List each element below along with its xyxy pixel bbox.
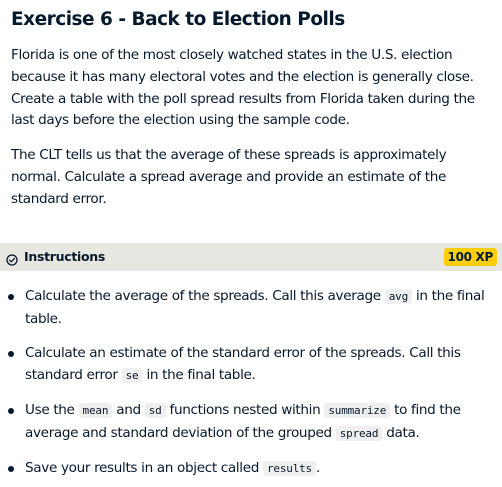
code-summarize: summarize (324, 403, 391, 418)
exercise-clt-note: The CLT tells us that the average of the… (11, 147, 447, 207)
instruction-item: Save your results in an object called re… (0, 457, 502, 480)
check-circle-icon (6, 251, 18, 266)
instructions-header: Instructions 100 XP (0, 243, 502, 271)
code-avg: avg (384, 289, 412, 304)
instruction-item: Use the mean and sd functions nested wit… (0, 399, 502, 445)
instructions-label: Instructions (24, 249, 106, 264)
code-sd: sd (144, 403, 166, 418)
code-results: results (263, 461, 316, 476)
instruction-item: Calculate the average of the spreads. Ca… (0, 285, 502, 330)
exercise-title: Exercise 6 - Back to Election Polls (11, 9, 345, 30)
code-spread: spread (335, 426, 383, 441)
code-se: se (121, 368, 143, 383)
exercise-description: Florida is one of the most closely watch… (11, 47, 475, 129)
instructions-list: Calculate the average of the spreads. Ca… (0, 285, 502, 487)
code-mean: mean (78, 403, 113, 418)
xp-badge: 100 XP (443, 248, 497, 266)
instruction-item: Calculate an estimate of the standard er… (0, 342, 502, 387)
